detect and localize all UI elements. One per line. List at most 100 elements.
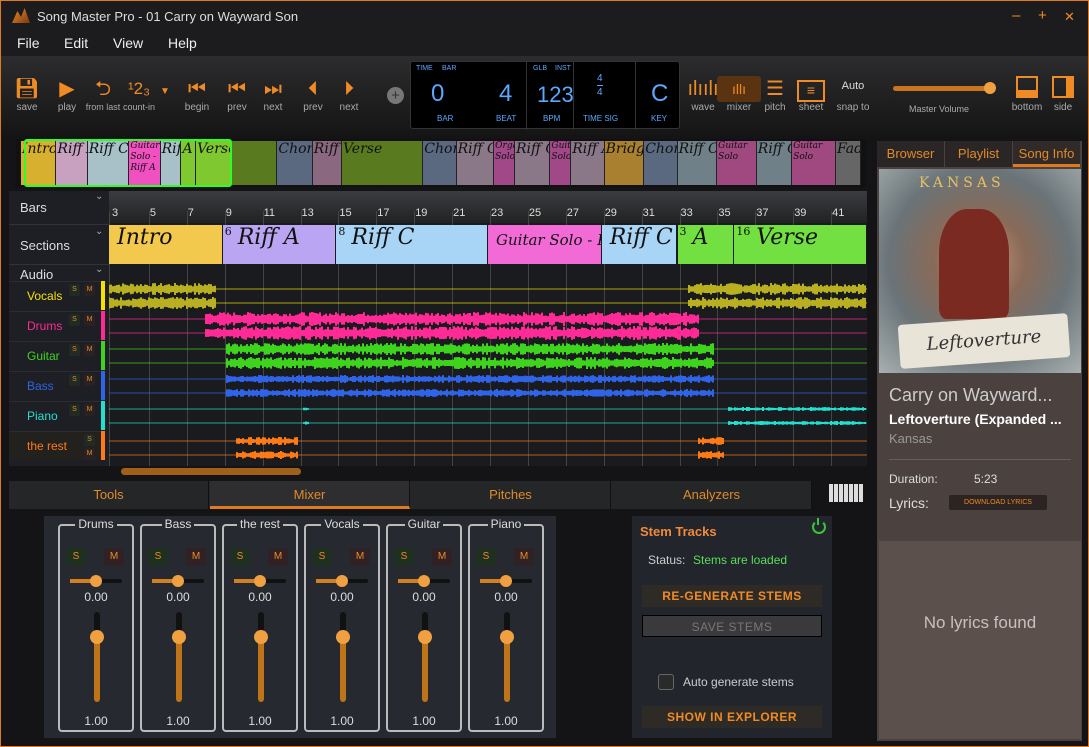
overview-section[interactable]: Riff C bbox=[456, 141, 495, 185]
overview-section[interactable]: Bridge bbox=[604, 141, 645, 185]
pan-slider[interactable] bbox=[398, 575, 450, 587]
overview-section[interactable]: Riff A bbox=[312, 141, 342, 185]
download-lyrics-button[interactable]: DOWNLOAD LYRICS bbox=[949, 495, 1047, 510]
bar-ruler[interactable]: 3 5 7 9 11 13 15 17 19 21 23 25 27 29 31 33 35 37 39 41 bbox=[109, 191, 867, 223]
auto-generate-checkbox[interactable] bbox=[658, 674, 674, 690]
volume-knob[interactable] bbox=[418, 630, 432, 644]
add-icon[interactable]: + bbox=[387, 87, 404, 104]
next-section-button[interactable]: ⏭︎ next bbox=[251, 76, 295, 113]
overview-section[interactable]: Riff C bbox=[677, 141, 718, 185]
master-volume-slider[interactable] bbox=[893, 82, 996, 94]
close-button[interactable]: ✕ bbox=[1064, 9, 1075, 25]
channel-solo-button[interactable]: S bbox=[230, 548, 250, 566]
glb-toggle[interactable]: GLB bbox=[533, 65, 547, 72]
track-solo-button[interactable]: S bbox=[69, 404, 80, 416]
channel-solo-button[interactable]: S bbox=[66, 548, 86, 566]
overview-section[interactable]: Guitar Solo bbox=[792, 141, 836, 185]
volume-fader[interactable] bbox=[336, 612, 350, 702]
channel-mute-button[interactable]: M bbox=[186, 548, 206, 566]
overview-section[interactable]: Chorus bbox=[644, 141, 678, 185]
bar-mode-toggle[interactable]: BAR bbox=[442, 65, 456, 72]
tab-pitches[interactable]: Pitches bbox=[411, 481, 611, 509]
sections-collapse-icon[interactable]: ⌄ bbox=[95, 226, 103, 237]
overview-section[interactable]: Organ Solo bbox=[494, 141, 515, 185]
save-stems-button[interactable]: SAVE STEMS bbox=[642, 615, 822, 637]
volume-knob[interactable] bbox=[500, 630, 514, 644]
overview-section[interactable]: Verse bbox=[341, 141, 424, 185]
tab-browser[interactable]: Browser bbox=[877, 141, 944, 167]
pan-knob[interactable] bbox=[418, 575, 430, 587]
horizontal-scrollbar[interactable] bbox=[121, 468, 301, 475]
overview-section[interactable]: Riff C bbox=[756, 141, 793, 185]
pan-knob[interactable] bbox=[90, 575, 102, 587]
section-block[interactable]: Riff C bbox=[601, 225, 677, 264]
channel-solo-button[interactable]: S bbox=[148, 548, 168, 566]
count-in-button[interactable]: ¹2₃ count-in bbox=[117, 76, 161, 112]
track-solo-button[interactable]: S bbox=[69, 284, 80, 296]
volume-knob[interactable] bbox=[172, 630, 186, 644]
overview-section[interactable]: Guitar Solo bbox=[717, 141, 757, 185]
power-icon[interactable] bbox=[812, 518, 826, 534]
pan-slider[interactable] bbox=[316, 575, 368, 587]
track-mute-button[interactable]: M bbox=[84, 284, 95, 296]
pan-knob[interactable] bbox=[254, 575, 266, 587]
minimize-button[interactable]: – bbox=[1012, 7, 1020, 24]
inst-toggle[interactable]: INST bbox=[555, 65, 571, 72]
overview-section[interactable]: Riff C bbox=[514, 141, 551, 185]
section-block[interactable]: 8 Riff C bbox=[336, 225, 487, 264]
channel-mute-button[interactable]: M bbox=[350, 548, 370, 566]
volume-knob[interactable] bbox=[336, 630, 350, 644]
show-in-explorer-button[interactable]: SHOW IN EXPLORER bbox=[642, 706, 822, 728]
pan-knob[interactable] bbox=[500, 575, 512, 587]
tab-playlist[interactable]: Playlist bbox=[945, 141, 1012, 167]
track-mute-button[interactable]: M bbox=[84, 314, 95, 326]
piano-keyboard-icon[interactable] bbox=[829, 484, 863, 502]
pan-knob[interactable] bbox=[172, 575, 184, 587]
volume-fader[interactable] bbox=[418, 612, 432, 702]
timeline[interactable]: 3 5 7 9 11 13 15 17 19 21 23 25 27 29 31 33 35 37 39 41 Int… bbox=[109, 191, 867, 466]
channel-mute-button[interactable]: M bbox=[104, 548, 124, 566]
channel-solo-button[interactable]: S bbox=[476, 548, 496, 566]
save-button[interactable]: 💾︎ save bbox=[5, 76, 49, 113]
channel-mute-button[interactable]: M bbox=[268, 548, 288, 566]
pan-knob[interactable] bbox=[336, 575, 348, 587]
master-volume-knob[interactable] bbox=[984, 82, 996, 94]
regenerate-stems-button[interactable]: RE-GENERATE STEMS bbox=[642, 585, 822, 607]
tab-mixer[interactable]: Mixer bbox=[210, 481, 410, 509]
tab-analyzers[interactable]: Analyzers bbox=[612, 481, 812, 509]
section-block[interactable]: Intro bbox=[109, 225, 222, 264]
section-block[interactable]: 3A bbox=[677, 225, 734, 264]
track-solo-button[interactable]: S bbox=[84, 434, 95, 446]
channel-mute-button[interactable]: M bbox=[514, 548, 534, 566]
volume-fader[interactable] bbox=[500, 612, 514, 702]
maximize-button[interactable]: + bbox=[1038, 7, 1047, 24]
key-value[interactable]: C bbox=[651, 80, 668, 108]
menu-view[interactable]: View bbox=[113, 35, 143, 51]
section-block[interactable]: 16 Verse bbox=[734, 225, 866, 264]
audio-collapse-icon[interactable]: ⌄ bbox=[95, 264, 103, 275]
channel-mute-button[interactable]: M bbox=[432, 548, 452, 566]
volume-knob[interactable] bbox=[90, 630, 104, 644]
volume-fader[interactable] bbox=[90, 612, 104, 702]
pan-slider[interactable] bbox=[152, 575, 204, 587]
snap-to-button[interactable]: Auto snap to bbox=[831, 80, 875, 113]
overview-viewport-selector[interactable] bbox=[24, 139, 232, 187]
section-block[interactable]: Guitar Solo - Riff A bbox=[488, 225, 601, 264]
track-mute-button[interactable]: M bbox=[84, 344, 95, 356]
pan-slider[interactable] bbox=[70, 575, 122, 587]
menu-file[interactable]: File bbox=[17, 35, 40, 51]
time-signature-value[interactable]: 44 bbox=[597, 72, 603, 99]
menu-edit[interactable]: Edit bbox=[64, 35, 88, 51]
overview-section[interactable]: Fade out bbox=[835, 141, 861, 185]
pan-slider[interactable] bbox=[480, 575, 532, 587]
channel-solo-button[interactable]: S bbox=[312, 548, 332, 566]
next-bar-button[interactable]: ⏵ next bbox=[327, 76, 371, 113]
tab-song-info[interactable]: Song Info bbox=[1013, 141, 1080, 167]
begin-button[interactable]: ⏮ begin bbox=[175, 76, 219, 113]
audio-waveforms[interactable] bbox=[109, 281, 867, 466]
pan-slider[interactable] bbox=[234, 575, 286, 587]
side-panel-button[interactable]: side bbox=[1041, 76, 1085, 113]
track-solo-button[interactable]: S bbox=[69, 314, 80, 326]
overview-section[interactable]: Chorus bbox=[277, 141, 313, 185]
bpm-value[interactable]: 123 bbox=[537, 82, 574, 108]
